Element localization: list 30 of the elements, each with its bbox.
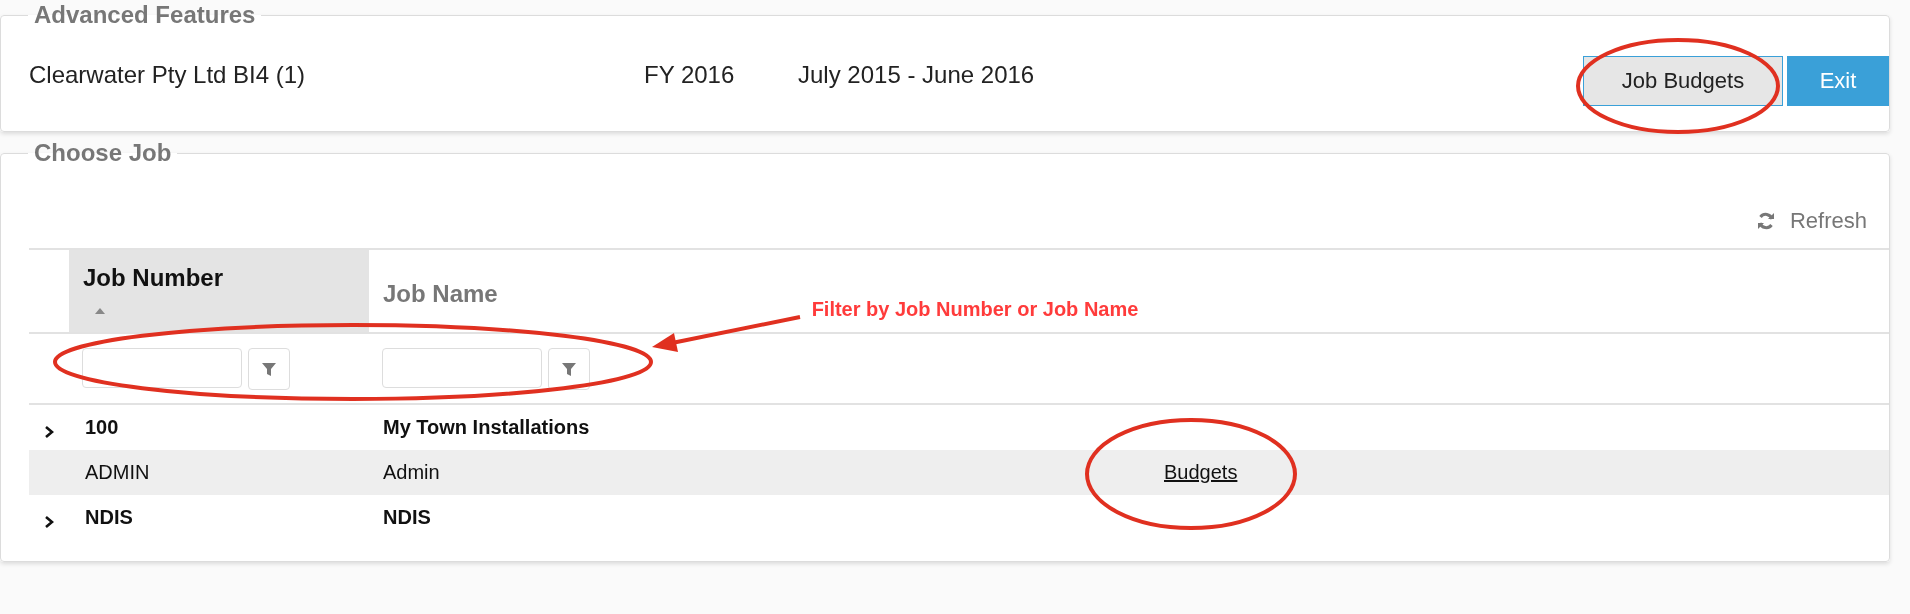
filter-button[interactable] — [548, 347, 590, 390]
fiscal-period: July 2015 - June 2016 — [798, 61, 1035, 89]
job-number: ADMIN — [85, 461, 150, 483]
table-row[interactable]: 100 My Town Installations — [29, 405, 1889, 450]
filter-icon — [561, 360, 577, 377]
column-header[interactable]: Job Name — [369, 250, 669, 332]
fiscal-year: FY 2016 — [644, 61, 736, 89]
annotation-text: Filter by Job Number or Job Name — [810, 297, 1140, 322]
job-name: NDIS — [383, 506, 431, 528]
refresh-button[interactable]: Refresh — [1755, 208, 1867, 234]
job-name: Admin — [383, 461, 440, 483]
job-number: 100 — [85, 416, 119, 438]
table-row[interactable]: NDIS NDIS — [29, 495, 1889, 540]
filter-icon — [261, 360, 277, 377]
panel-title: Choose Job — [33, 142, 173, 164]
job-number: NDIS — [85, 506, 133, 528]
company-name: Clearwater Pty Ltd BI4 (1) — [29, 61, 307, 89]
filter-button[interactable] — [248, 347, 290, 390]
filter-field[interactable] — [82, 347, 242, 388]
sort-ascending-icon — [95, 308, 105, 314]
job-budgets-button[interactable]: Job Budgets — [1583, 56, 1783, 106]
panel-title: Advanced Features — [33, 4, 257, 26]
table-row[interactable]: ADMIN Admin Budgets — [29, 450, 1889, 495]
budgets-link[interactable]: Budgets — [1164, 461, 1238, 483]
expand-icon[interactable] — [44, 515, 54, 528]
expand-icon[interactable] — [44, 425, 54, 438]
job-name: My Town Installations — [383, 416, 590, 438]
filter-field[interactable] — [382, 347, 542, 388]
refresh-icon — [1755, 211, 1776, 231]
column-header[interactable]: Job Number — [69, 250, 369, 332]
